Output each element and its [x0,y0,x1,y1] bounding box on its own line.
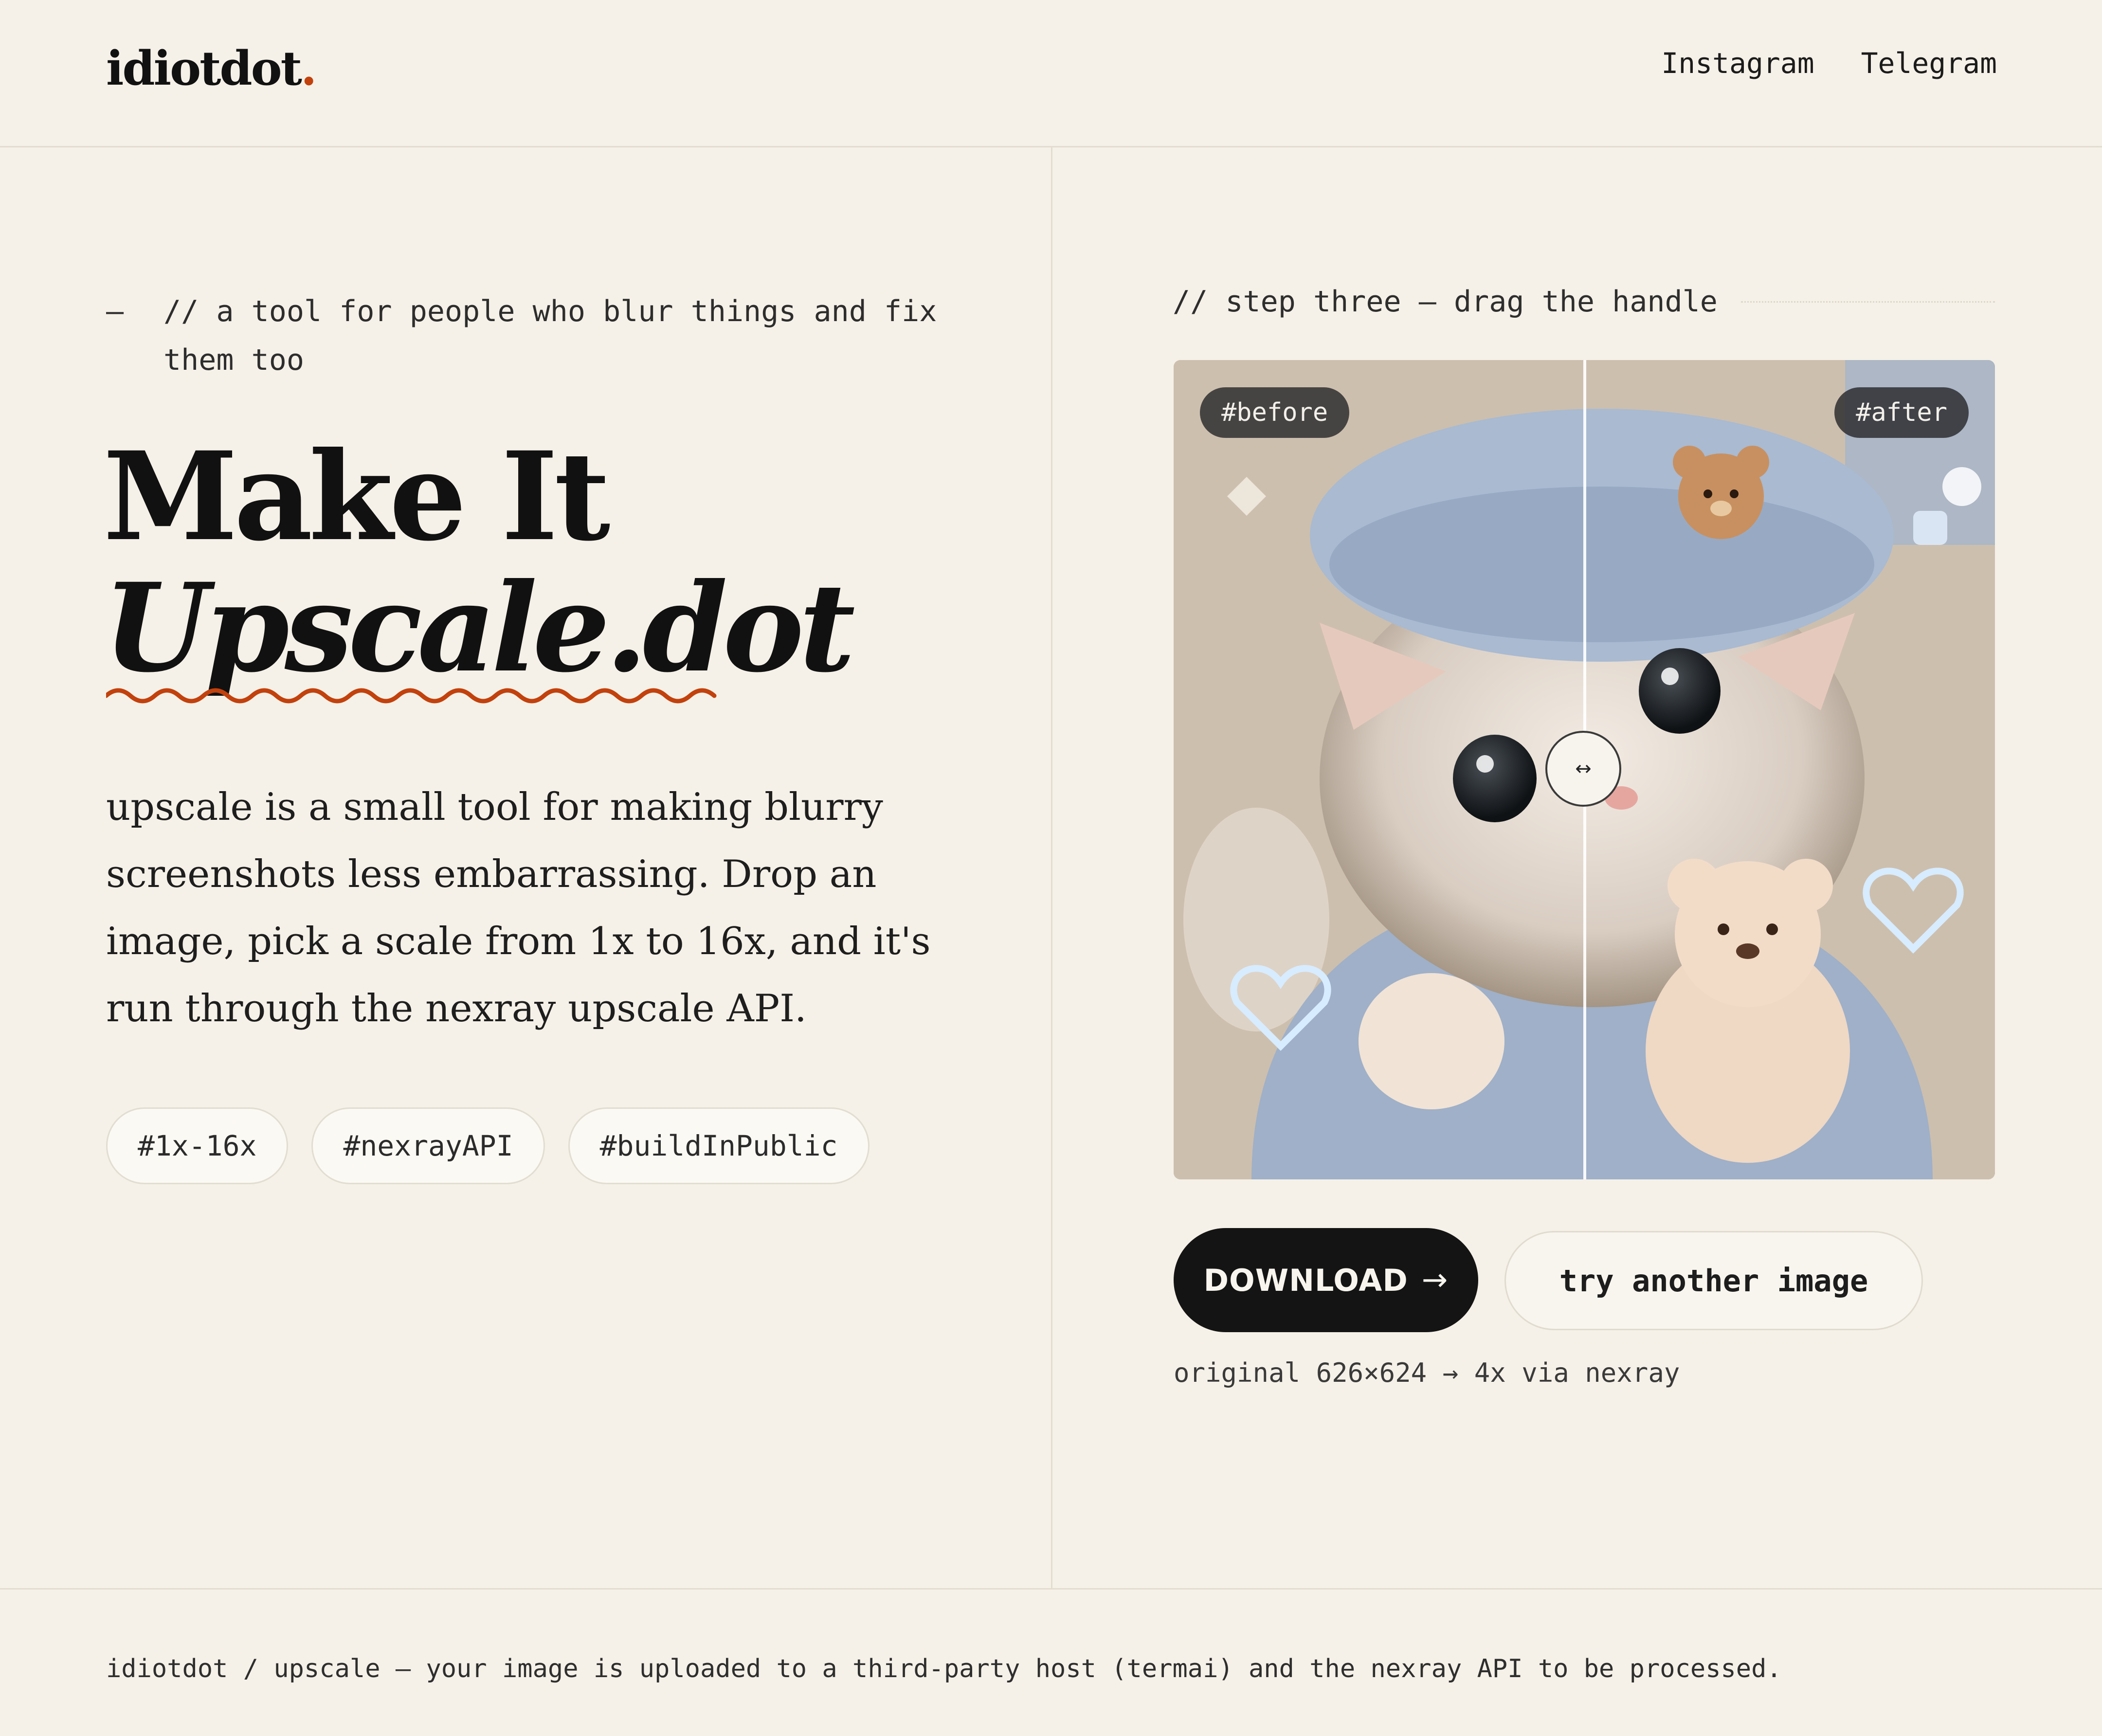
column-divider [1051,146,1052,1589]
logo-dot: . [300,41,317,96]
step-label: // step three — drag the handle [1173,285,1718,319]
try-another-image-button[interactable]: try another image [1504,1231,1923,1330]
page-title-line1: Make It [103,425,610,568]
tag-build-in-public[interactable]: #buildInPublic [568,1107,870,1184]
nav-link-telegram[interactable]: Telegram [1861,47,1997,80]
step-rule [1740,301,1995,303]
footer-note: idiotdot / upscale — your image is uploa… [106,1654,1782,1683]
drag-handle[interactable]: ↔ [1545,731,1621,807]
top-bar: idiotdot. Instagram Telegram [0,0,2102,147]
page-title-line2: Upscale.dot [103,556,855,699]
squiggle-underline [106,688,717,704]
logo[interactable]: idiotdot. [106,41,317,96]
after-badge: #after [1834,387,1969,438]
tag-list: #1x-16x #nexrayAPI #buildInPublic [106,1107,870,1184]
kicker-dash: — [106,294,124,328]
top-nav: Instagram Telegram [1661,47,1997,80]
step-heading: // step three — drag the handle [1173,282,1995,321]
kicker-text: // a tool for people who blur things and… [163,294,937,377]
resize-horizontal-icon: ↔ [1575,758,1592,780]
before-after-compare[interactable]: #before #after ↔ [1174,360,1995,1179]
logo-text: idiotdot [106,41,302,96]
before-badge: #before [1200,387,1350,438]
image-meta: original 626×624 → 4x via nexray [1174,1357,1680,1388]
download-button[interactable]: DOWNLOAD → [1174,1228,1478,1332]
tag-nexray-api[interactable]: #nexrayAPI [311,1107,545,1184]
tag-scale[interactable]: #1x-16x [106,1107,289,1184]
nav-link-instagram[interactable]: Instagram [1661,47,1814,80]
hero-description: upscale is a small tool for making blurr… [106,785,931,1031]
arrow-right-icon: → [1421,1262,1449,1298]
download-label: DOWNLOAD [1203,1262,1408,1298]
footer-divider [0,1588,2102,1590]
